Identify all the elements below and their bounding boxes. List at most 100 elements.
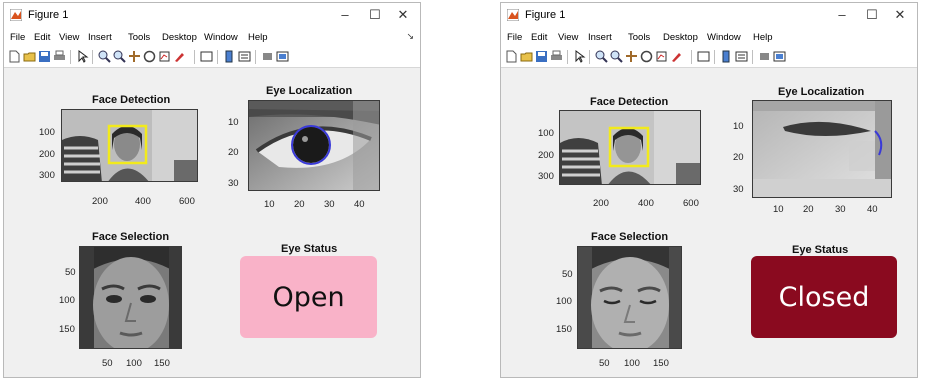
menu-view[interactable]: View xyxy=(558,32,578,43)
face-selection-image[interactable] xyxy=(79,246,182,349)
eye-localization-xtick: 10 xyxy=(773,204,784,215)
toolbar-separator xyxy=(567,50,568,64)
menu-file[interactable]: File xyxy=(10,32,25,43)
save-icon[interactable] xyxy=(38,50,51,63)
eye-localization-xtick: 40 xyxy=(354,199,365,210)
menu-insert[interactable]: Insert xyxy=(88,32,112,43)
figure-window-1: Figure 1 – ☐ ✕ File Edit View Insert Too… xyxy=(3,2,421,378)
eye-status-title: Eye Status xyxy=(792,244,849,256)
open-file-icon[interactable] xyxy=(23,50,36,63)
menu-insert[interactable]: Insert xyxy=(588,32,612,43)
face-detection-xtick: 400 xyxy=(135,196,151,207)
new-figure-icon[interactable] xyxy=(8,50,21,63)
menu-tools[interactable]: Tools xyxy=(628,32,650,43)
face-detection-ytick: 100 xyxy=(39,127,55,138)
toolbar-separator xyxy=(752,50,753,64)
face-detection-title: Face Detection xyxy=(92,94,171,106)
face-selection-ytick: 100 xyxy=(556,296,572,307)
face-detection-image[interactable] xyxy=(559,110,701,185)
colorbar-icon[interactable] xyxy=(223,50,236,63)
minimize-button[interactable]: – xyxy=(827,5,857,25)
eye-photo xyxy=(249,101,379,190)
face-selection-ytick: 100 xyxy=(59,295,75,306)
toolbar-separator xyxy=(589,50,590,64)
toolbar-separator xyxy=(217,50,218,64)
face-crop-photo xyxy=(578,247,681,348)
face-crop-photo xyxy=(80,247,181,348)
toolbar-separator xyxy=(92,50,93,64)
zoom-out-icon[interactable] xyxy=(113,50,126,63)
menu-desktop[interactable]: Desktop xyxy=(162,32,197,43)
link-plot-icon[interactable] xyxy=(200,50,213,63)
face-selection-xtick: 150 xyxy=(653,358,669,369)
menu-expand-icon[interactable]: ↘ xyxy=(406,31,414,42)
legend-icon[interactable] xyxy=(735,50,748,63)
new-figure-icon[interactable] xyxy=(505,50,518,63)
face-selection-ytick: 150 xyxy=(59,324,75,335)
maximize-button[interactable]: ☐ xyxy=(360,5,390,25)
hide-plot-tools-icon[interactable] xyxy=(758,50,771,63)
data-cursor-icon[interactable] xyxy=(655,50,668,63)
menu-help[interactable]: Help xyxy=(248,32,268,43)
pointer-icon[interactable] xyxy=(76,50,89,63)
toolbar-separator xyxy=(194,50,195,64)
menu-edit[interactable]: Edit xyxy=(531,32,547,43)
zoom-out-icon[interactable] xyxy=(610,50,623,63)
rotate-3d-icon[interactable] xyxy=(143,50,156,63)
eye-localization-xtick: 10 xyxy=(264,199,275,210)
menu-edit[interactable]: Edit xyxy=(34,32,50,43)
close-button[interactable]: ✕ xyxy=(388,5,418,25)
show-plot-tools-icon[interactable] xyxy=(773,50,786,63)
face-detection-ytick: 300 xyxy=(39,170,55,181)
legend-icon[interactable] xyxy=(238,50,251,63)
face-photo xyxy=(62,110,197,181)
menu-bar: File Edit View Insert Tools Desktop Wind… xyxy=(501,29,917,47)
minimize-button[interactable]: – xyxy=(330,5,360,25)
hide-plot-tools-icon[interactable] xyxy=(261,50,274,63)
print-icon[interactable] xyxy=(53,50,66,63)
face-selection-image[interactable] xyxy=(577,246,682,349)
pan-icon[interactable] xyxy=(625,50,638,63)
print-icon[interactable] xyxy=(550,50,563,63)
face-selection-ytick: 50 xyxy=(562,269,573,280)
menu-help[interactable]: Help xyxy=(753,32,773,43)
open-file-icon[interactable] xyxy=(520,50,533,63)
zoom-in-icon[interactable] xyxy=(595,50,608,63)
pointer-icon[interactable] xyxy=(573,50,586,63)
pan-icon[interactable] xyxy=(128,50,141,63)
link-plot-icon[interactable] xyxy=(697,50,710,63)
menu-view[interactable]: View xyxy=(59,32,79,43)
maximize-button[interactable]: ☐ xyxy=(857,5,887,25)
data-cursor-icon[interactable] xyxy=(158,50,171,63)
menu-window[interactable]: Window xyxy=(204,32,238,43)
colorbar-icon[interactable] xyxy=(720,50,733,63)
eye-localization-ytick: 20 xyxy=(733,152,744,163)
face-detection-image[interactable] xyxy=(61,109,198,182)
title-bar: Figure 1 – ☐ ✕ xyxy=(501,3,917,29)
face-detection-title: Face Detection xyxy=(590,96,669,108)
save-icon[interactable] xyxy=(535,50,548,63)
eye-status-value: Open xyxy=(272,281,345,313)
toolbar xyxy=(4,47,420,68)
rotate-3d-icon[interactable] xyxy=(640,50,653,63)
face-detection-ytick: 200 xyxy=(538,150,554,161)
close-button[interactable]: ✕ xyxy=(885,5,915,25)
menu-file[interactable]: File xyxy=(507,32,522,43)
brush-icon[interactable] xyxy=(670,50,683,63)
eye-localization-image[interactable] xyxy=(752,100,892,198)
brush-icon[interactable] xyxy=(173,50,186,63)
toolbar-separator xyxy=(70,50,71,64)
eye-localization-xtick: 40 xyxy=(867,204,878,215)
window-title: Figure 1 xyxy=(28,9,69,21)
show-plot-tools-icon[interactable] xyxy=(276,50,289,63)
toolbar-separator xyxy=(714,50,715,64)
face-selection-xtick: 100 xyxy=(126,358,142,369)
zoom-in-icon[interactable] xyxy=(98,50,111,63)
face-photo xyxy=(560,111,700,184)
eye-localization-xtick: 20 xyxy=(803,204,814,215)
menu-window[interactable]: Window xyxy=(707,32,741,43)
menu-desktop[interactable]: Desktop xyxy=(663,32,698,43)
menu-tools[interactable]: Tools xyxy=(128,32,150,43)
eye-localization-image[interactable] xyxy=(248,100,380,191)
eye-status-value: Closed xyxy=(778,281,870,313)
